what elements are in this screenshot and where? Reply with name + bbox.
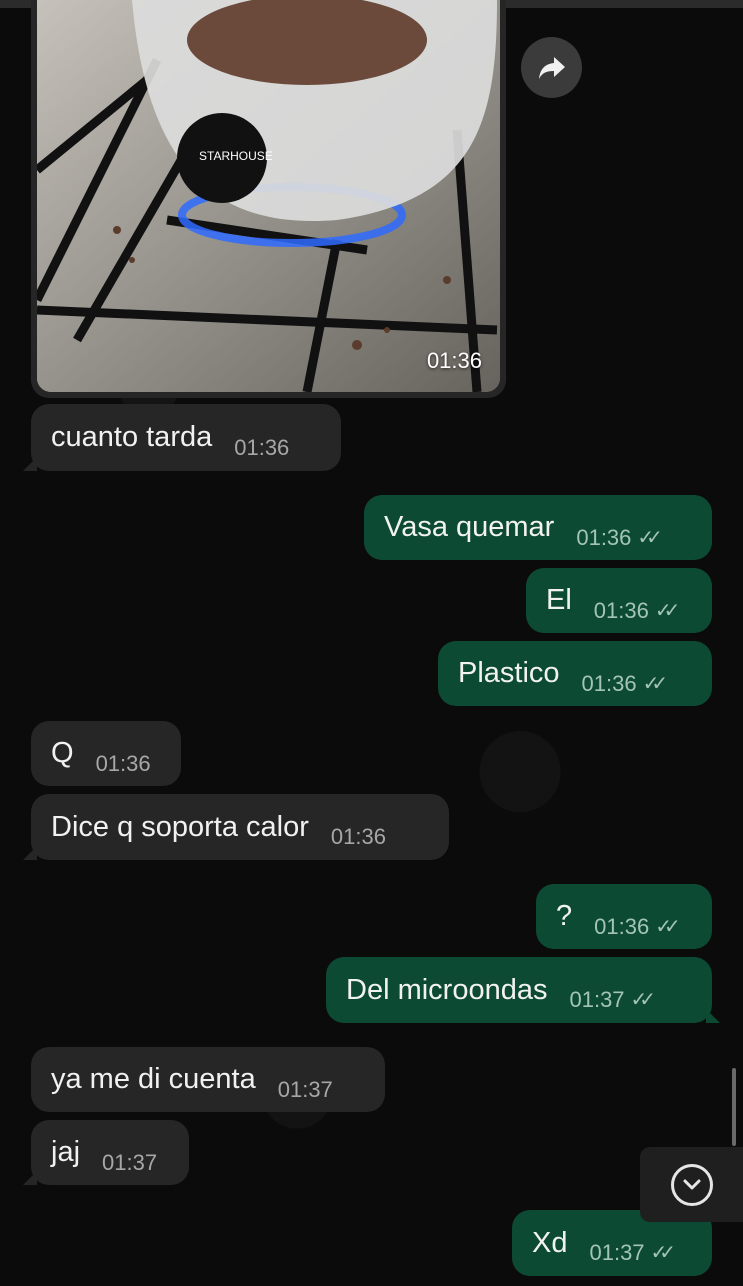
message-time: 01:36 bbox=[234, 434, 290, 460]
message-outgoing[interactable]: El 01:36 ✓✓ bbox=[526, 568, 712, 633]
sticker-label: STARHOUSE bbox=[199, 149, 273, 163]
message-time: 01:37 bbox=[102, 1149, 158, 1175]
read-ticks-icon: ✓✓ bbox=[630, 989, 656, 1011]
forward-button[interactable] bbox=[521, 37, 582, 98]
read-ticks-icon: ✓✓ bbox=[654, 599, 680, 622]
message-text: ya me di cuenta bbox=[51, 1063, 256, 1095]
forward-arrow-icon bbox=[538, 56, 565, 79]
message-incoming[interactable]: Q 01:36 bbox=[31, 721, 181, 786]
read-ticks-icon: ✓✓ bbox=[650, 1242, 676, 1264]
scrollbar[interactable] bbox=[732, 1068, 736, 1146]
image-timestamp: 01:36 bbox=[426, 348, 482, 373]
message-time: 01:36 bbox=[330, 824, 386, 849]
message-time: 01:37 bbox=[589, 1240, 645, 1265]
message-time: 01:36 bbox=[594, 913, 650, 939]
chevron-down-icon bbox=[670, 1163, 713, 1206]
message-incoming[interactable]: jaj 01:37 bbox=[23, 1120, 189, 1185]
photo-content: STARHOUSE bbox=[37, 0, 500, 392]
image-message[interactable]: STARHOUSE 01:36 bbox=[31, 0, 506, 398]
message-outgoing[interactable]: ? 01:36 ✓✓ bbox=[536, 884, 712, 949]
message-time: 01:36 bbox=[95, 750, 151, 776]
read-ticks-icon: ✓✓ bbox=[637, 526, 662, 549]
message-time: 01:37 bbox=[277, 1076, 333, 1102]
message-time: 01:36 bbox=[593, 597, 649, 623]
message-outgoing[interactable]: Vasa quemar 01:36 ✓✓ bbox=[364, 495, 712, 560]
message-outgoing[interactable]: Plastico 01:36 ✓✓ bbox=[438, 641, 712, 706]
message-text: Q bbox=[51, 737, 74, 769]
message-text: Del microondas bbox=[346, 973, 548, 1006]
message-outgoing[interactable]: Del microondas 01:37 ✓✓ bbox=[326, 957, 720, 1023]
read-ticks-icon: ✓✓ bbox=[642, 672, 668, 695]
message-text: Vasa quemar bbox=[384, 511, 555, 543]
message-text: ? bbox=[556, 900, 573, 932]
message-text: Plastico bbox=[458, 657, 560, 689]
message-time: 01:37 bbox=[569, 987, 625, 1012]
scroll-to-bottom-button[interactable] bbox=[640, 1147, 743, 1222]
message-incoming[interactable]: cuanto tarda 01:36 bbox=[23, 404, 341, 471]
message-incoming[interactable]: Dice q soporta calor 01:36 bbox=[23, 794, 449, 860]
read-ticks-icon: ✓✓ bbox=[655, 915, 680, 938]
photo-stove-bowl[interactable]: STARHOUSE 01:36 bbox=[37, 0, 500, 392]
message-time: 01:36 bbox=[581, 670, 637, 696]
message-text: jaj bbox=[51, 1136, 81, 1168]
message-time: 01:36 bbox=[576, 524, 632, 550]
message-text: El bbox=[546, 584, 572, 616]
message-text: Dice q soporta calor bbox=[51, 810, 309, 843]
message-text: cuanto tarda bbox=[51, 421, 213, 453]
message-text: Xd bbox=[532, 1226, 568, 1259]
message-incoming[interactable]: ya me di cuenta 01:37 bbox=[31, 1047, 385, 1112]
